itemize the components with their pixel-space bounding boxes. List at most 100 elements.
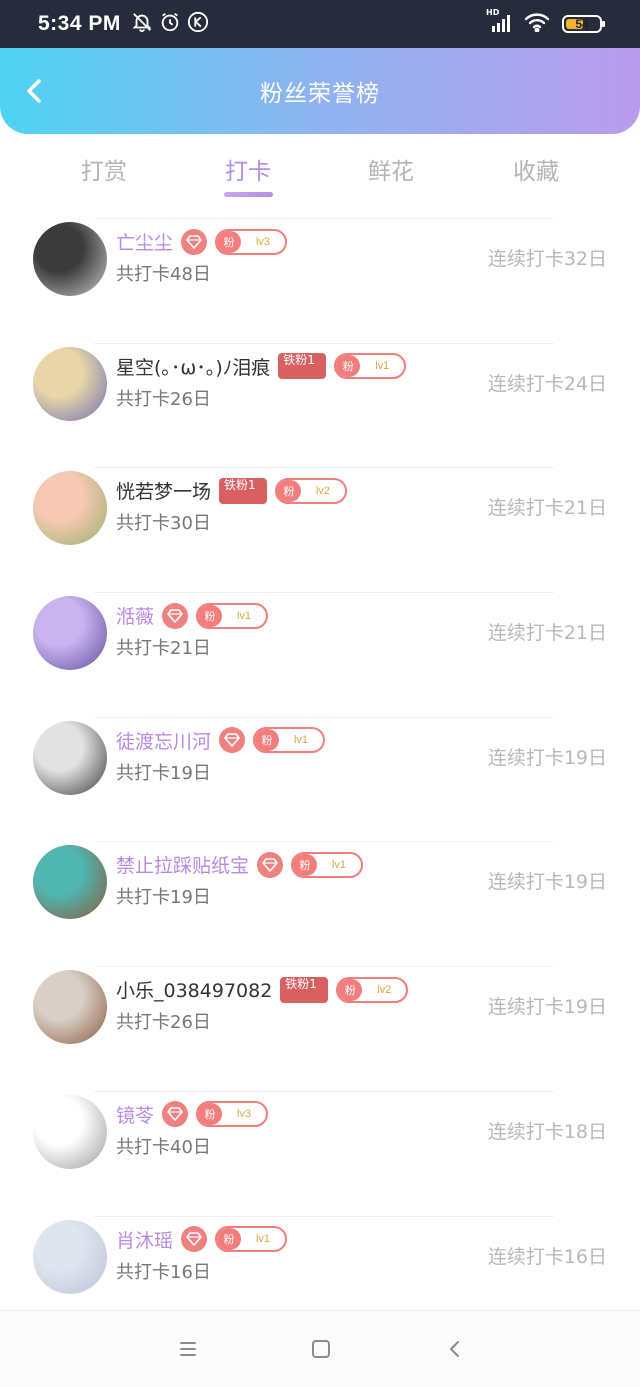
avatar[interactable] — [33, 596, 107, 671]
row-divider — [94, 716, 554, 718]
diamond-badge-icon — [181, 1226, 208, 1252]
fan-level-badge: 粉 lv3 — [215, 228, 288, 255]
fan-level: lv1 — [293, 734, 309, 747]
avatar[interactable] — [33, 970, 107, 1045]
user-name[interactable]: 星空(｡･ω･｡)ﾉ泪痕 — [116, 353, 270, 380]
back-button[interactable] — [18, 74, 52, 108]
total-checkin: 共打卡19日 — [116, 887, 211, 909]
fan-level-badge: 粉 lv1 — [196, 602, 269, 629]
name-line: 徒渡忘川河 粉 lv1 — [116, 727, 326, 754]
fan-label: 粉 — [217, 1228, 242, 1250]
menu-button[interactable] — [176, 1337, 200, 1361]
streak-checkin: 连续打卡32日 — [487, 248, 607, 270]
name-line: 亡尘尘 粉 lv3 — [116, 228, 288, 255]
fan-level: lv1 — [255, 1233, 271, 1245]
fan-label: 粉 — [338, 978, 363, 1001]
fan-row[interactable]: 禁止拉踩贴纸宝 粉 lv1 共打卡19日 连续打卡19日 — [0, 837, 640, 962]
row-divider — [94, 592, 554, 594]
streak-checkin: 连续打卡18日 — [487, 1120, 607, 1143]
fan-row[interactable]: 徒渡忘川河 粉 lv1 共打卡19日 连续打卡19日 — [0, 713, 640, 838]
user-name[interactable]: 亡尘尘 — [116, 228, 173, 255]
avatar[interactable] — [33, 845, 107, 920]
row-divider — [94, 218, 554, 219]
total-checkin: 共打卡19日 — [116, 762, 211, 784]
iron-fan-badge: 铁粉1 — [278, 353, 327, 380]
diamond-badge-icon — [219, 727, 246, 754]
name-line: 镜苓 粉 lv3 — [116, 1101, 269, 1128]
fan-row[interactable]: 恍若梦一场 铁粉1 粉 lv2 共打卡30日 连续打卡21日 — [0, 463, 640, 588]
fan-label: 粉 — [293, 853, 318, 876]
iron-fan-badge: 铁粉1 — [219, 477, 268, 504]
signal-icon: HD — [486, 8, 512, 34]
status-right-icons: HD 54 — [486, 8, 605, 36]
battery-icon: 54 — [562, 15, 605, 33]
row-divider — [94, 467, 554, 469]
fan-row[interactable]: 镜苓 粉 lv3 共打卡40日 连续打卡18日 — [0, 1087, 640, 1212]
tab-checkin[interactable]: 打卡 — [188, 152, 308, 186]
fan-level-badge: 粉 lv2 — [336, 976, 409, 1003]
tab-reward[interactable]: 打赏 — [44, 152, 164, 186]
tab-flowers[interactable]: 鲜花 — [331, 152, 451, 186]
row-divider — [94, 1215, 554, 1217]
user-name[interactable]: 徒渡忘川河 — [116, 727, 211, 754]
tab-favorites[interactable]: 收藏 — [476, 152, 596, 186]
back-triangle-icon — [450, 1341, 459, 1357]
home-button[interactable] — [309, 1337, 333, 1361]
active-tab-indicator — [224, 192, 273, 197]
status-left-icons — [131, 11, 209, 37]
iron-fan-badge: 铁粉1 — [280, 976, 329, 1003]
row-divider — [94, 966, 554, 968]
status-time: 5:34 PM — [38, 12, 121, 35]
system-nav-bar — [0, 1310, 640, 1387]
avatar[interactable] — [33, 222, 107, 296]
fan-level: lv2 — [315, 484, 331, 497]
user-name[interactable]: 湉薇 — [116, 602, 154, 629]
chevron-left-icon — [27, 79, 41, 103]
fan-level: lv1 — [375, 360, 390, 373]
battery-level: 54 — [575, 17, 589, 31]
status-bar: 5:34 PM HD 54 — [0, 0, 640, 48]
fan-level: lv1 — [236, 609, 252, 622]
fan-label: 粉 — [198, 604, 223, 627]
tab-bar: 打赏 打卡 鲜花 收藏 — [0, 134, 640, 214]
total-checkin: 共打卡26日 — [116, 1012, 211, 1034]
user-name[interactable]: 恍若梦一场 — [116, 477, 211, 504]
user-name[interactable]: 镜苓 — [116, 1101, 154, 1128]
user-name[interactable]: 禁止拉踩贴纸宝 — [116, 851, 249, 878]
user-name[interactable]: 小乐_038497082 — [116, 976, 272, 1003]
diamond-badge-icon — [181, 228, 208, 255]
user-name[interactable]: 肖沐瑶 — [116, 1226, 173, 1253]
fan-label: 粉 — [277, 479, 302, 502]
diamond-badge-icon — [257, 851, 284, 878]
avatar[interactable] — [33, 1094, 107, 1169]
avatar[interactable] — [33, 720, 107, 795]
fan-level: lv2 — [377, 983, 392, 996]
avatar[interactable] — [33, 471, 107, 546]
fan-row[interactable]: 亡尘尘 粉 lv3 共打卡48日 连续打卡32日 — [0, 214, 640, 339]
back-nav-button[interactable] — [443, 1337, 467, 1361]
row-divider — [94, 1090, 554, 1092]
name-line: 湉薇 粉 lv1 — [116, 602, 269, 629]
network-label: HD — [486, 8, 500, 17]
fan-level-badge: 粉 lv3 — [196, 1101, 269, 1128]
diamond-badge-icon — [162, 1101, 189, 1128]
name-line: 星空(｡･ω･｡)ﾉ泪痕 铁粉1 粉 lv1 — [116, 353, 407, 380]
total-checkin: 共打卡30日 — [116, 513, 211, 535]
streak-checkin: 连续打卡16日 — [487, 1245, 607, 1268]
menu-icon — [180, 1342, 196, 1356]
avatar[interactable] — [33, 1219, 107, 1294]
fan-row[interactable]: 星空(｡･ω･｡)ﾉ泪痕 铁粉1 粉 lv1 共打卡26日 连续打卡24日 — [0, 339, 640, 464]
wifi-icon — [524, 12, 550, 36]
total-checkin: 共打卡40日 — [116, 1136, 211, 1158]
fan-level-badge: 粉 lv1 — [291, 851, 364, 878]
fan-list: 亡尘尘 粉 lv3 共打卡48日 连续打卡32日 星空(｡･ω･｡)ﾉ泪痕 铁粉… — [0, 214, 640, 1336]
fan-level-badge: 粉 lv1 — [253, 727, 326, 754]
page-title: 粉丝荣誉榜 — [260, 81, 380, 107]
fan-row[interactable]: 湉薇 粉 lv1 共打卡21日 连续打卡21日 — [0, 588, 640, 713]
name-line: 肖沐瑶 粉 lv1 — [116, 1226, 288, 1253]
fan-label: 粉 — [255, 729, 280, 752]
battery-tip — [602, 21, 605, 27]
total-checkin: 共打卡48日 — [116, 264, 211, 285]
fan-row[interactable]: 小乐_038497082 铁粉1 粉 lv2 共打卡26日 连续打卡19日 — [0, 962, 640, 1087]
avatar[interactable] — [33, 346, 107, 421]
